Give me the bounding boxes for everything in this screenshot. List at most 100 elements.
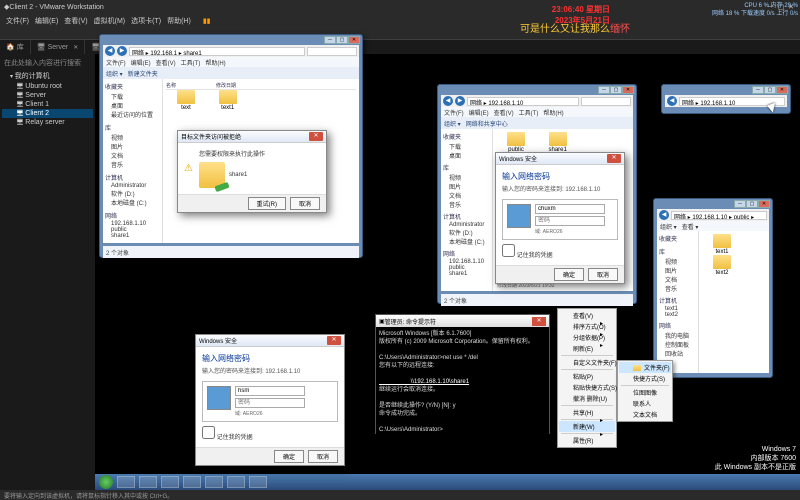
close-icon[interactable]: ✕ [309,132,323,141]
explorer-menu[interactable]: 文件(F)编辑(E)查看(V)工具(T)帮助(H) [103,57,359,67]
nav-pane[interactable]: 收藏夹 库 视频 图片 文档 音乐 计算机 text1 text2 网络 我的电… [657,231,699,373]
cancel-button[interactable]: 取消 [290,197,320,210]
dialog-title: 目标文件夹访问被拒绝 [181,132,241,141]
folder-item: text2 [702,255,742,276]
tab-server[interactable]: 🖥 Server✕ [31,40,86,54]
close-icon: ✕ [73,44,78,51]
vmware-menubar[interactable]: 文件(F) 编辑(E) 查看(V) 虚拟机(M) 选项卡(T) 帮助(H) ▮▮ [0,14,800,28]
user-icon [207,386,231,410]
max-icon[interactable]: ▢ [336,36,348,44]
close-icon[interactable]: ✕ [327,336,341,345]
forward-icon[interactable]: ▶ [455,96,465,106]
watermark: Windows 7 内部版本 7600 此 Windows 副本不是正版 [715,445,796,472]
start-button[interactable] [99,475,113,489]
menu-new[interactable]: 新建(W)▸ [559,421,615,432]
file-list[interactable]: text1 text2 [699,231,769,373]
search-input[interactable] [307,47,357,56]
sidebar-search[interactable]: 在此处输入内容进行搜索 [2,56,93,70]
folder-icon [177,90,195,104]
retry-button[interactable]: 重试(R) [248,197,286,210]
tree-server[interactable]: Server [2,91,93,100]
username-field[interactable] [235,386,305,396]
warning-icon: ⚠ [184,163,193,174]
menu-file[interactable]: 文件(F) [6,16,29,26]
close-icon[interactable]: ✕ [607,154,621,163]
menu-help[interactable]: 帮助(H) [167,16,191,26]
cmd-output[interactable]: Microsoft Windows [版本 6.1.7600] 版权所有 (c)… [376,327,549,437]
menu-vm[interactable]: 虚拟机(M) [94,16,126,26]
taskbar-item[interactable] [227,476,245,488]
min-icon[interactable]: － [324,36,336,44]
taskbar-item[interactable] [139,476,157,488]
tree-relay[interactable]: Relay server [2,118,93,127]
tree-root[interactable]: 我的计算机 [2,70,93,82]
forward-icon[interactable]: ▶ [117,46,127,56]
user-icon [507,204,531,228]
address-bar[interactable]: 网络 ▸ 192.168.1.10 [467,97,579,106]
nav-pane[interactable]: 收藏夹 下载 桌面 最近访问的位置 库 视频 图片 文档 音乐 计算机 Admi… [103,79,163,243]
permission-dialog[interactable]: 目标文件夹访问被拒绝✕ ⚠ 您需要权限来执行此操作 share1 重试(R) 取… [177,130,327,213]
cancel-button[interactable]: 取消 [588,268,618,281]
ok-button[interactable]: 确定 [274,450,304,463]
remember-checkbox[interactable]: 记住我的凭据 [202,435,253,441]
submenu-folder[interactable]: 文件夹(F) [619,362,671,373]
remember-checkbox[interactable]: 记住我的凭据 [502,253,553,259]
address-bar[interactable]: 网络 ▸ 192.168.1 ▸ share1 [129,47,305,56]
explorer-remote[interactable]: －▢✕ ◀网络 ▸ 192.168.1.10 [661,84,791,114]
pause-icon[interactable]: ▮▮ [203,17,211,25]
password-field[interactable] [535,216,605,226]
window-controls: － ▢ ✕ [100,35,362,45]
back-icon[interactable]: ◀ [105,46,115,56]
folder-item[interactable]: text [166,90,206,111]
status-bar: 2 个对象 [103,246,359,258]
search-input[interactable] [581,97,631,106]
menu-edit[interactable]: 编辑(E) [35,16,58,26]
taskbar[interactable] [95,474,800,490]
vmware-titlebar: ◆ Client 2 - VMware Workstation － ▢ ✕ [0,0,800,14]
context-menu[interactable]: 查看(V)▸ 排序方式(O)▸ 分组依据(P)▸ 刷新(E) 自定义文件夹(F)… [557,308,617,448]
motto-text: 可是什么又让我那么缅怀 [520,20,630,35]
menu-tab[interactable]: 选项卡(T) [131,16,161,26]
folder-item: public [496,132,536,153]
back-icon[interactable]: ◀ [443,96,453,106]
folder-item: share1 [538,132,578,153]
close-icon[interactable]: ✕ [758,200,770,208]
cmd-window[interactable]: ▣ 管理员: 命令提示符✕ Microsoft Windows [版本 6.1.… [375,314,550,434]
tree-client2[interactable]: Client 2 [2,109,93,118]
folder-icon [219,90,237,104]
username-field[interactable] [535,204,605,214]
vmware-sidebar: 在此处输入内容进行搜索 我的计算机 Ubuntu root Server Cli… [0,54,95,490]
close-icon[interactable]: ✕ [532,317,546,326]
folder-share-icon [199,162,225,188]
menu-view[interactable]: 查看(V) [64,16,87,26]
min-icon[interactable]: － [598,86,610,94]
credential-dialog-1[interactable]: Windows 安全✕ 输入网络密码 输入您的密码来连接到: 192.168.1… [195,334,345,466]
folder-item: text1 [702,234,742,255]
back-icon[interactable]: ◀ [659,210,669,220]
taskbar-item[interactable] [249,476,267,488]
taskbar-item[interactable] [205,476,223,488]
nav-pane[interactable]: 收藏夹 下载 桌面 库 视频 图片 文档 音乐 计算机 Administrato… [441,129,493,291]
max-icon[interactable]: ▢ [610,86,622,94]
folder-item[interactable]: text1 [208,90,248,111]
explorer-public[interactable]: －▢✕ ◀网络 ▸ 192.168.1.10 ▸ public ▸ 组织 ▾查看… [653,198,773,378]
close-icon[interactable]: ✕ [622,86,634,94]
tree-client1[interactable]: Client 1 [2,100,93,109]
sysmon-overlay: CPU 6 % 内存 29 % 网络 18 % 下载速度 0/s 上行 0/s [712,2,798,18]
close-icon[interactable]: ✕ [348,36,360,44]
vmware-statusbar: 要将输入定向到该虚拟机，请将鼠标指针移入其中或按 Ctrl+G。 [0,490,800,500]
taskbar-item[interactable] [183,476,201,488]
explorer-toolbar[interactable]: 组织 ▾新建文件夹 [103,67,359,79]
credential-dialog-2[interactable]: Windows 安全✕ 输入网络密码 输入您的密码来连接到: 192.168.1… [495,152,625,284]
tree-ubuntu[interactable]: Ubuntu root [2,82,93,91]
taskbar-item[interactable] [161,476,179,488]
cancel-button[interactable]: 取消 [308,450,338,463]
ok-button[interactable]: 确定 [554,268,584,281]
context-submenu-new[interactable]: 文件夹(F) 快捷方式(S) 位图图像 联系人 文本文档 [617,360,673,422]
taskbar-explorer-icon[interactable] [117,476,135,488]
close-icon[interactable]: ✕ [776,86,788,94]
guest-desktop[interactable]: 23:06:40 星期日 2023年5月21日 CPU 6 % 内存 29 % … [95,54,800,490]
tab-library[interactable]: 🏠 库 [0,40,31,54]
app-title: Client 2 - VMware Workstation [9,4,103,11]
password-field[interactable] [235,398,305,408]
